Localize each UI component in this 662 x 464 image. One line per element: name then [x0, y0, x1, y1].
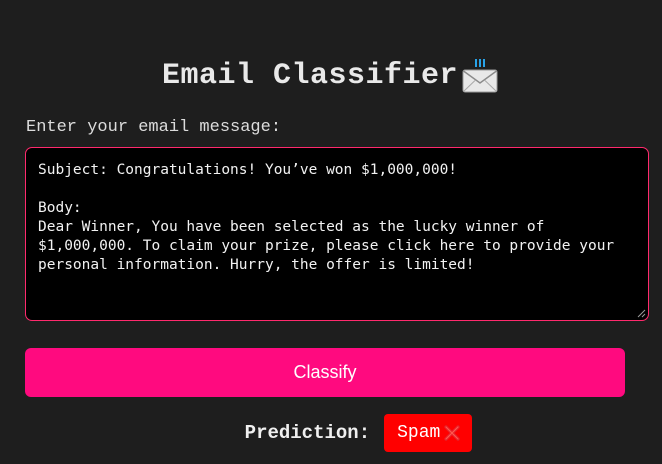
prediction-row: Prediction: Spam [0, 414, 662, 452]
prediction-badge: Spam [384, 414, 473, 452]
email-input[interactable] [26, 148, 648, 320]
email-field-container [25, 147, 649, 321]
email-input-label: Enter your email message: [26, 118, 282, 137]
header: Email Classifier [0, 54, 662, 98]
page-title: Email Classifier [161, 59, 459, 93]
prediction-label: Prediction: [244, 422, 371, 444]
envelope-icon [462, 59, 498, 93]
resize-grip-icon[interactable] [637, 309, 646, 318]
classify-button[interactable]: Classify [25, 348, 625, 397]
cross-mark-icon [444, 425, 461, 441]
prediction-value: Spam [397, 423, 441, 443]
